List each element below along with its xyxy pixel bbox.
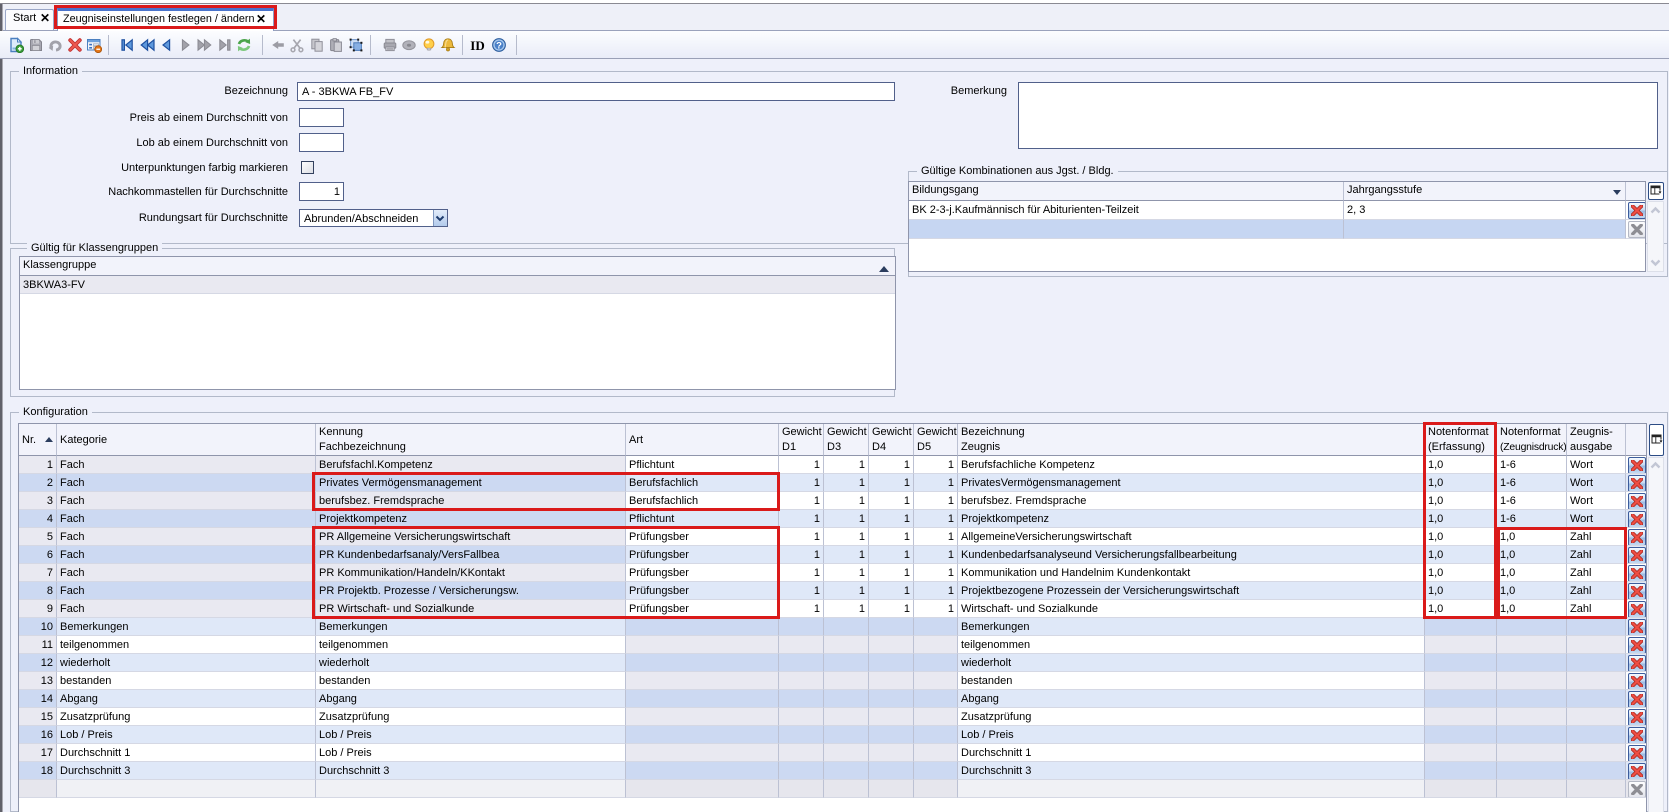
svg-text:?: ? — [496, 40, 502, 51]
